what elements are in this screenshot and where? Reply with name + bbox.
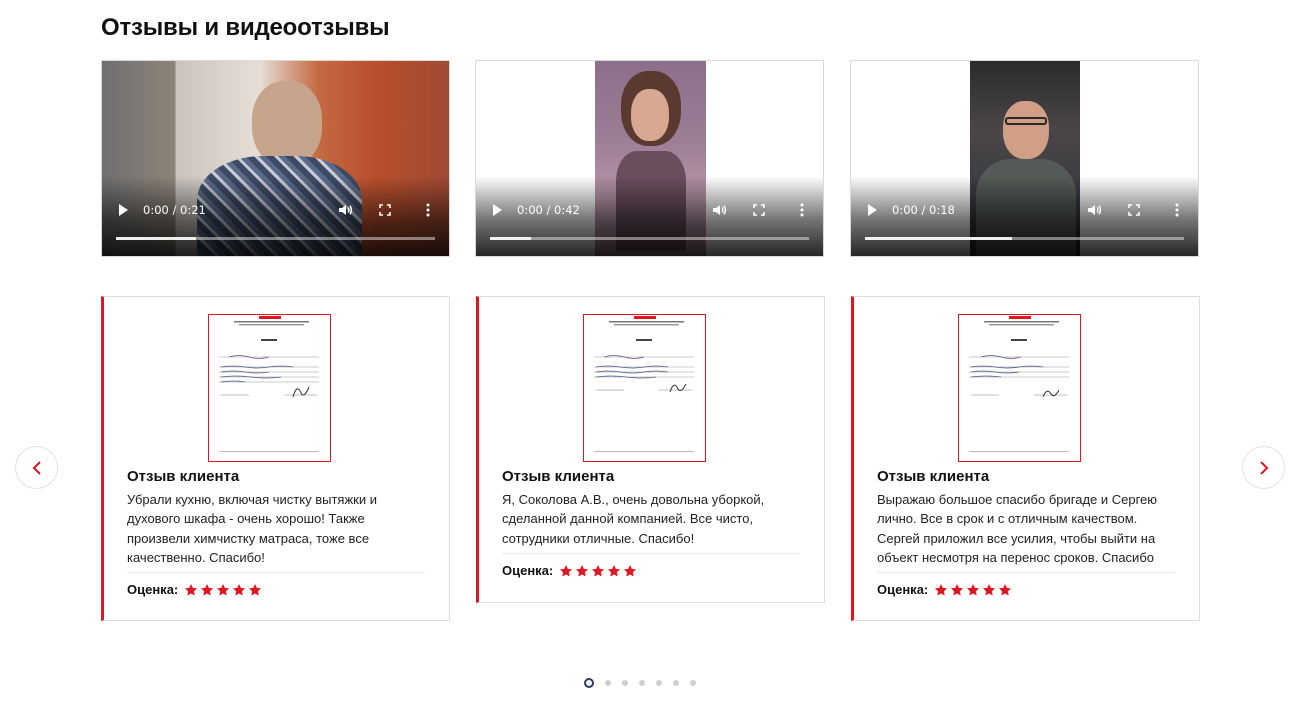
star-icon: [185, 583, 198, 595]
pagination-dot[interactable]: [690, 680, 696, 686]
pagination-dot[interactable]: [584, 678, 594, 688]
star-icon: [249, 583, 262, 595]
review-text: Выражаю большое спасибо бригаде и Сергею…: [877, 492, 1158, 565]
star-icon: [983, 583, 996, 595]
star-icon: [608, 564, 621, 576]
pagination-dot[interactable]: [673, 680, 679, 686]
rating-stars: [934, 583, 1012, 597]
star-icon: [624, 564, 637, 576]
review-card-2: Отзыв клиента Я, Соколова А.В., очень до…: [476, 296, 825, 603]
video-progress[interactable]: [490, 237, 809, 240]
star-icon: [999, 583, 1012, 595]
video-controls: 0:00 / 0:21: [102, 198, 449, 222]
review-rating: Оценка:: [502, 563, 637, 578]
star-icon: [592, 564, 605, 576]
play-icon[interactable]: [493, 204, 502, 216]
card-divider: [877, 572, 1175, 573]
video-time: 0:00 / 0:18: [892, 203, 955, 217]
more-options-icon[interactable]: [425, 202, 431, 218]
star-icon: [217, 583, 230, 595]
review-title: Отзыв клиента: [127, 468, 240, 485]
review-document-image[interactable]: [958, 314, 1081, 462]
play-icon[interactable]: [119, 204, 128, 216]
star-icon: [967, 583, 980, 595]
video-progress[interactable]: [116, 237, 435, 240]
carousel-next-button[interactable]: [1242, 446, 1285, 489]
rating-stars: [559, 564, 637, 578]
review-rating: Оценка:: [877, 582, 1012, 597]
carousel-pagination: [584, 678, 696, 688]
rating-label: Оценка:: [127, 582, 179, 597]
pagination-dot[interactable]: [622, 680, 628, 686]
card-divider: [502, 553, 800, 554]
volume-icon[interactable]: [337, 202, 353, 218]
more-options-icon[interactable]: [1174, 202, 1180, 218]
volume-icon[interactable]: [1086, 202, 1102, 218]
video-progress-fill: [865, 237, 1012, 240]
pagination-dot[interactable]: [605, 680, 611, 686]
review-card-3: Отзыв клиента Выражаю большое спасибо бр…: [851, 296, 1200, 621]
pagination-dot[interactable]: [639, 680, 645, 686]
video-time: 0:00 / 0:21: [143, 203, 206, 217]
fullscreen-icon[interactable]: [1126, 202, 1142, 218]
card-divider: [127, 572, 425, 573]
review-rating: Оценка:: [127, 582, 262, 597]
chevron-right-icon: [1259, 460, 1268, 475]
star-icon: [560, 564, 573, 576]
pagination-dot[interactable]: [656, 680, 662, 686]
review-document-image[interactable]: [583, 314, 706, 462]
video-player-1[interactable]: 0:00 / 0:21: [101, 60, 450, 257]
carousel-prev-button[interactable]: [15, 446, 58, 489]
star-icon: [951, 583, 964, 595]
rating-label: Оценка:: [877, 582, 929, 597]
section-title: Отзывы и видеоотзывы: [101, 14, 390, 41]
video-progress-fill: [116, 237, 196, 240]
star-icon: [576, 564, 589, 576]
more-options-icon[interactable]: [799, 202, 805, 218]
video-controls: 0:00 / 0:42: [476, 198, 823, 222]
star-icon: [233, 583, 246, 595]
fullscreen-icon[interactable]: [377, 202, 393, 218]
video-progress[interactable]: [865, 237, 1184, 240]
review-title: Отзыв клиента: [877, 468, 990, 485]
star-icon: [935, 583, 948, 595]
rating-stars: [184, 583, 262, 597]
rating-label: Оценка:: [502, 563, 554, 578]
review-title: Отзыв клиента: [502, 468, 615, 485]
video-controls: 0:00 / 0:18: [851, 198, 1198, 222]
volume-icon[interactable]: [711, 202, 727, 218]
chevron-left-icon: [32, 460, 41, 475]
video-time: 0:00 / 0:42: [517, 203, 580, 217]
video-progress-fill: [490, 237, 532, 240]
review-text: Убрали кухню, включая чистку вытяжки и д…: [127, 492, 377, 565]
review-text: Я, Соколова А.В., очень довольна уборкой…: [502, 492, 765, 546]
review-document-image[interactable]: [208, 314, 331, 462]
play-icon[interactable]: [868, 204, 877, 216]
star-icon: [201, 583, 214, 595]
fullscreen-icon[interactable]: [751, 202, 767, 218]
video-player-3[interactable]: 0:00 / 0:18: [850, 60, 1199, 257]
video-player-2[interactable]: 0:00 / 0:42: [475, 60, 824, 257]
review-card-1: Отзыв клиента Убрали кухню, включая чист…: [101, 296, 450, 621]
